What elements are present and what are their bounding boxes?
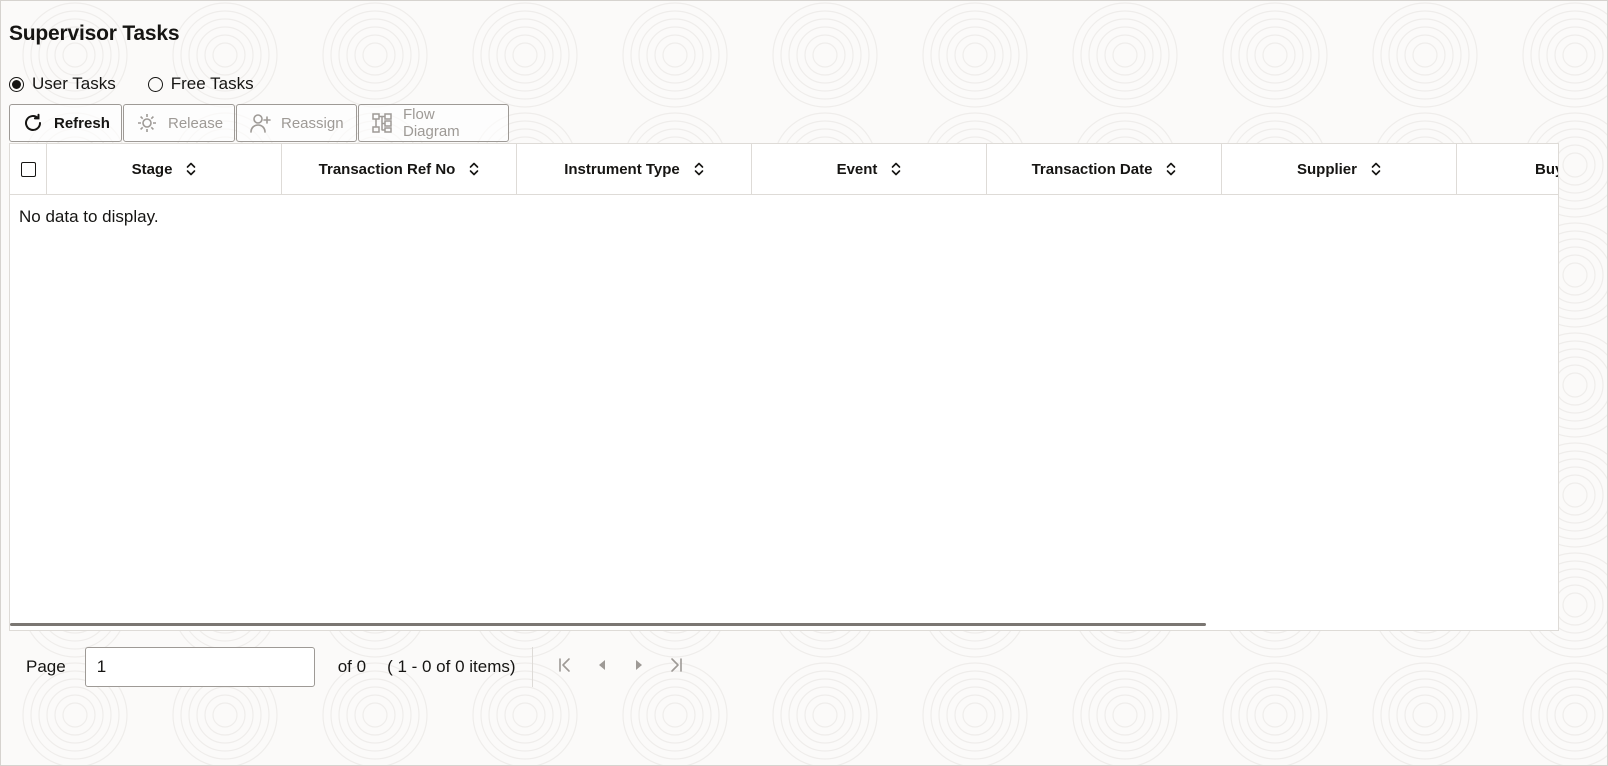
column-header-transaction-date[interactable]: Transaction Date [987, 144, 1222, 194]
refresh-button-label: Refresh [54, 114, 110, 132]
column-header-supplier[interactable]: Supplier [1222, 144, 1457, 194]
select-all-checkbox[interactable] [20, 161, 36, 177]
pagination-bar: Page of 0 ( 1 - 0 of 0 items) [26, 647, 695, 687]
sort-icon[interactable] [891, 162, 901, 176]
page-label: Page [26, 657, 66, 676]
page-total: of 0 [337, 657, 367, 676]
release-button[interactable]: Release [123, 104, 235, 142]
grid-header-row: Stage Transaction Ref No Instrument Type… [10, 143, 1558, 195]
refresh-icon [22, 112, 44, 134]
horizontal-scrollbar[interactable] [10, 623, 1206, 626]
last-page-icon [668, 657, 684, 678]
page-number-input[interactable] [84, 647, 315, 687]
flow-diagram-icon [371, 112, 393, 134]
page-title: Supervisor Tasks [9, 22, 180, 45]
column-header-stage[interactable]: Stage [47, 144, 282, 194]
radio-label-free-tasks: Free Tasks [170, 74, 254, 93]
task-filter-radio-group: User Tasks Free Tasks [9, 74, 286, 94]
pagination-divider [531, 647, 533, 687]
flow-diagram-button-label: Flow Diagram [403, 106, 460, 140]
tasks-grid: Stage Transaction Ref No Instrument Type… [9, 143, 1559, 631]
sort-icon[interactable] [469, 162, 479, 176]
flow-diagram-button[interactable]: Flow Diagram [358, 104, 509, 142]
release-button-label: Release [168, 114, 224, 132]
reassign-button[interactable]: Reassign [236, 104, 357, 142]
reassign-button-label: Reassign [281, 114, 344, 132]
first-page-icon [557, 657, 573, 678]
select-all-cell [10, 144, 47, 194]
first-page-button[interactable] [547, 647, 584, 687]
column-header-instrument-type[interactable]: Instrument Type [517, 144, 752, 194]
task-toolbar: Refresh Release Reassign Flow Diagram [9, 104, 510, 142]
radio-label-user-tasks: User Tasks [32, 74, 116, 93]
next-page-button[interactable] [621, 647, 658, 687]
release-icon [136, 112, 158, 134]
next-page-icon [633, 657, 645, 677]
column-header-event[interactable]: Event [752, 144, 987, 194]
sort-icon[interactable] [694, 162, 704, 176]
previous-page-button[interactable] [584, 647, 621, 687]
sort-icon[interactable] [186, 162, 196, 176]
previous-page-icon [596, 657, 608, 677]
column-header-transaction-ref-no[interactable]: Transaction Ref No [282, 144, 517, 194]
sort-icon[interactable] [1371, 162, 1381, 176]
items-range: ( 1 - 0 of 0 items) [387, 657, 516, 676]
last-page-button[interactable] [658, 647, 695, 687]
refresh-button[interactable]: Refresh [9, 104, 122, 142]
column-header-buyer[interactable]: Buy [1457, 144, 1558, 194]
radio-free-tasks[interactable]: Free Tasks [147, 74, 254, 94]
radio-unselected-indicator[interactable] [147, 76, 163, 92]
radio-selected-indicator[interactable] [9, 76, 24, 92]
sort-icon[interactable] [1166, 162, 1176, 176]
empty-grid-message: No data to display. [19, 207, 159, 226]
reassign-user-icon [249, 112, 271, 134]
radio-user-tasks[interactable]: User Tasks [9, 74, 116, 94]
